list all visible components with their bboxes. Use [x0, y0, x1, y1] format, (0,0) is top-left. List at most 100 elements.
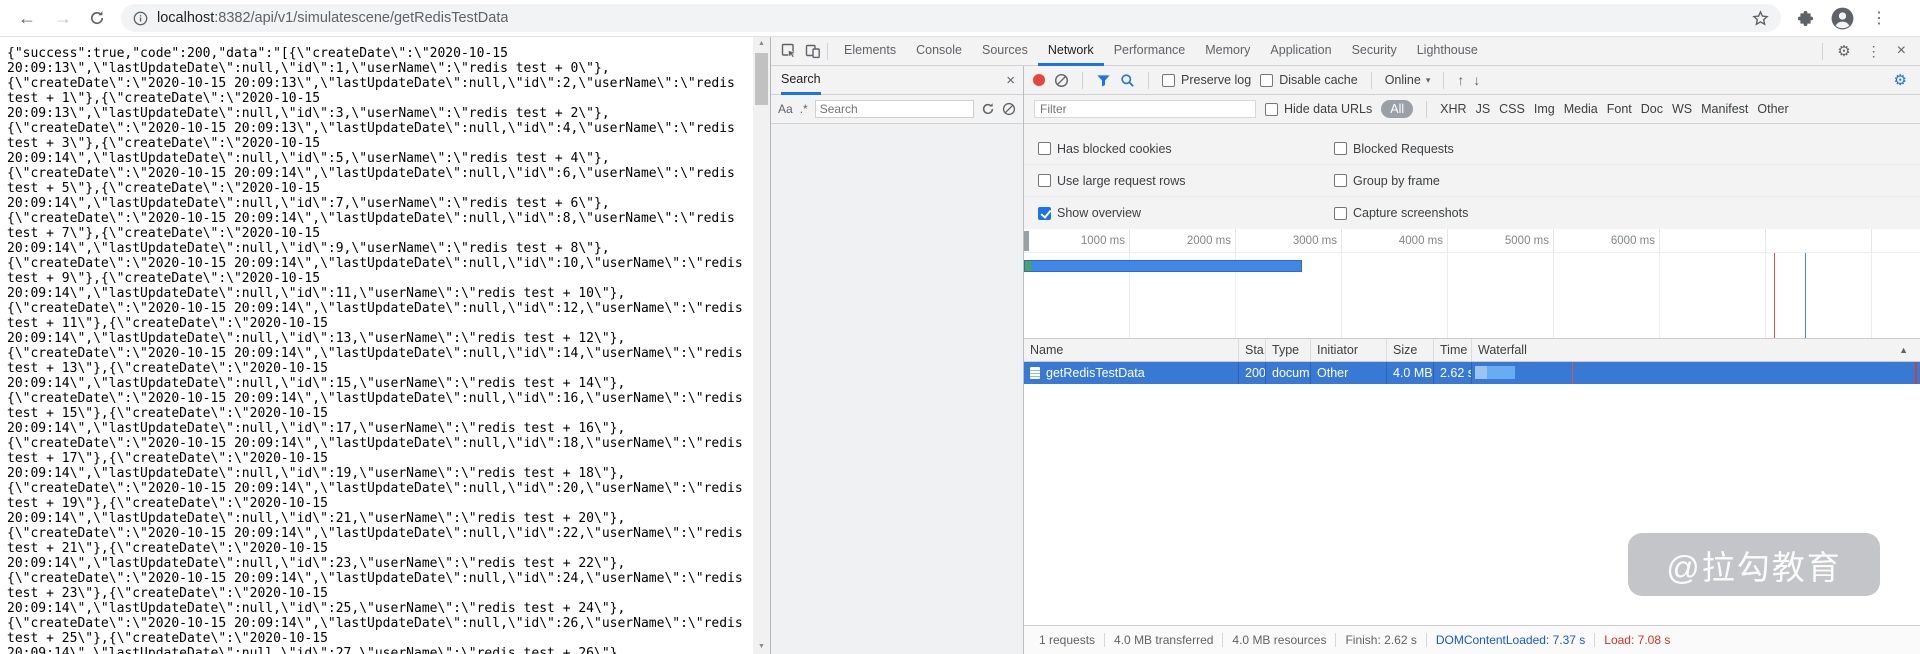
disable-cache-checkbox[interactable]: Disable cache — [1260, 73, 1358, 87]
search-input[interactable] — [815, 100, 974, 118]
filter-chip-manifest[interactable]: Manifest — [1701, 102, 1748, 116]
hide-data-urls-checkbox[interactable]: Hide data URLs — [1265, 102, 1372, 116]
filter-chip-img[interactable]: Img — [1534, 102, 1555, 116]
devtools-menu-icon[interactable]: ⋮ — [1861, 43, 1887, 60]
column-header-name[interactable]: Name — [1024, 339, 1239, 361]
checkbox[interactable] — [1334, 174, 1347, 187]
url-host: localhost — [157, 10, 214, 26]
tab-console[interactable]: Console — [906, 37, 972, 66]
scrollbar-up-icon[interactable]: ▲ — [753, 37, 770, 51]
page-scrollbar[interactable]: ▲ ▼ — [753, 37, 770, 654]
waterfall-bar — [1475, 366, 1515, 379]
export-har-icon[interactable]: ↓ — [1473, 72, 1480, 88]
chevron-down-icon: ▾ — [1426, 75, 1431, 86]
blocked-requests-checkbox[interactable]: Blocked Requests — [1334, 142, 1454, 156]
column-header-time[interactable]: Time — [1434, 339, 1472, 361]
devtools-close-icon[interactable]: × — [1891, 42, 1912, 60]
checkbox-checked[interactable] — [1038, 207, 1051, 220]
filter-chip-doc[interactable]: Doc — [1641, 102, 1663, 116]
tab-performance[interactable]: Performance — [1104, 37, 1196, 66]
request-initiator-cell[interactable]: Other — [1311, 362, 1387, 384]
network-settings-icon[interactable]: ⚙ — [1894, 71, 1911, 89]
regex-toggle[interactable]: .* — [800, 102, 808, 116]
bookmark-star-icon[interactable] — [1752, 10, 1769, 27]
filter-chip-css[interactable]: CSS — [1499, 102, 1525, 116]
address-bar[interactable]: localhost:8382/api/v1/simulatescene/getR… — [121, 4, 1781, 32]
inspect-element-icon[interactable] — [781, 43, 797, 59]
filter-chip-other[interactable]: Other — [1757, 102, 1788, 116]
divider — [1371, 72, 1372, 89]
forward-icon[interactable]: → — [54, 9, 72, 27]
checkbox[interactable] — [1334, 207, 1347, 220]
filter-chip-all[interactable]: All — [1381, 100, 1413, 118]
search-magnifier-icon[interactable] — [1120, 73, 1135, 88]
back-icon[interactable]: ← — [18, 9, 36, 27]
scrollbar-down-icon[interactable]: ▼ — [753, 640, 770, 654]
devtools-settings-icon[interactable]: ⚙ — [1831, 42, 1856, 60]
reload-icon[interactable] — [89, 10, 105, 26]
tab-elements[interactable]: Elements — [834, 37, 906, 66]
search-clear-icon[interactable] — [1002, 102, 1016, 116]
search-close-icon[interactable]: × — [1006, 72, 1015, 89]
record-icon[interactable] — [1033, 74, 1045, 86]
network-filter-bar: Hide data URLs All XHR JS CSS Img Media … — [1024, 95, 1920, 124]
extensions-puzzle-icon[interactable] — [1797, 10, 1814, 27]
filter-chip-font[interactable]: Font — [1607, 102, 1632, 116]
tab-lighthouse[interactable]: Lighthouse — [1407, 37, 1488, 66]
filter-chip-js[interactable]: JS — [1476, 102, 1491, 116]
search-pane-header: Search × — [771, 66, 1023, 95]
column-header-initiator[interactable]: Initiator — [1311, 339, 1387, 361]
checkbox[interactable] — [1334, 142, 1347, 155]
filter-chip-media[interactable]: Media — [1564, 102, 1598, 116]
ruler-handle[interactable] — [1024, 231, 1029, 251]
checkbox[interactable] — [1265, 103, 1278, 116]
request-name-cell[interactable]: getRedisTestData — [1024, 362, 1239, 384]
timeline-ruler[interactable]: 1000 ms 2000 ms 3000 ms 4000 ms 5000 ms … — [1024, 229, 1920, 253]
checkbox[interactable] — [1038, 142, 1051, 155]
has-blocked-cookies-checkbox[interactable]: Has blocked cookies — [1038, 142, 1172, 156]
ruler-tick: 4000 ms — [1342, 229, 1448, 252]
request-time-cell: 2.62 s — [1434, 362, 1472, 384]
column-header-type[interactable]: Type — [1266, 339, 1311, 361]
browser-menu-icon[interactable]: ⋮ — [1871, 8, 1887, 28]
scrollbar-thumb[interactable] — [755, 53, 768, 105]
device-toolbar-icon[interactable] — [805, 43, 821, 59]
request-waterfall-cell[interactable] — [1472, 362, 1920, 384]
request-row-selected[interactable]: getRedisTestData 200 docum... Other 4.0 … — [1024, 362, 1920, 384]
network-overview[interactable] — [1024, 253, 1920, 339]
tab-memory[interactable]: Memory — [1195, 37, 1260, 66]
checkbox[interactable] — [1038, 174, 1051, 187]
filter-input[interactable] — [1034, 100, 1256, 118]
url-text[interactable]: localhost:8382/api/v1/simulatescene/getR… — [157, 10, 508, 26]
import-har-icon[interactable]: ↑ — [1457, 72, 1464, 88]
clear-requests-icon[interactable] — [1054, 73, 1069, 88]
checkbox[interactable] — [1162, 74, 1175, 87]
filter-chip-xhr[interactable]: XHR — [1440, 102, 1466, 116]
column-header-size[interactable]: Size — [1387, 339, 1434, 361]
show-overview-checkbox[interactable]: Show overview — [1038, 206, 1141, 220]
filter-funnel-icon[interactable] — [1096, 73, 1111, 88]
group-by-frame-checkbox[interactable]: Group by frame — [1334, 174, 1440, 188]
preserve-log-label: Preserve log — [1181, 73, 1251, 87]
toolbar-right-icons: ⋮ — [1797, 6, 1887, 31]
tab-security[interactable]: Security — [1342, 37, 1407, 66]
column-header-waterfall[interactable]: Waterfall ▲ — [1472, 339, 1920, 361]
match-case-toggle[interactable]: Aa — [778, 102, 793, 116]
tab-sources[interactable]: Sources — [972, 37, 1038, 66]
search-refresh-icon[interactable] — [981, 102, 995, 116]
use-large-request-rows-checkbox[interactable]: Use large request rows — [1038, 174, 1186, 188]
column-header-status[interactable]: Sta... — [1239, 339, 1266, 361]
capture-screenshots-checkbox[interactable]: Capture screenshots — [1334, 206, 1468, 220]
profile-avatar[interactable] — [1830, 6, 1855, 31]
checkbox[interactable] — [1260, 74, 1273, 87]
tab-network[interactable]: Network — [1038, 37, 1104, 66]
tab-application[interactable]: Application — [1260, 37, 1341, 66]
throttling-dropdown[interactable]: Online ▾ — [1385, 73, 1431, 87]
sort-asc-icon[interactable]: ▲ — [1899, 339, 1914, 361]
search-pane-title[interactable]: Search — [781, 66, 821, 95]
search-results-area — [771, 124, 1023, 654]
ruler-tick: 3000 ms — [1236, 229, 1342, 252]
preserve-log-checkbox[interactable]: Preserve log — [1162, 73, 1251, 87]
page-info-icon[interactable] — [133, 11, 148, 26]
filter-chip-ws[interactable]: WS — [1672, 102, 1692, 116]
